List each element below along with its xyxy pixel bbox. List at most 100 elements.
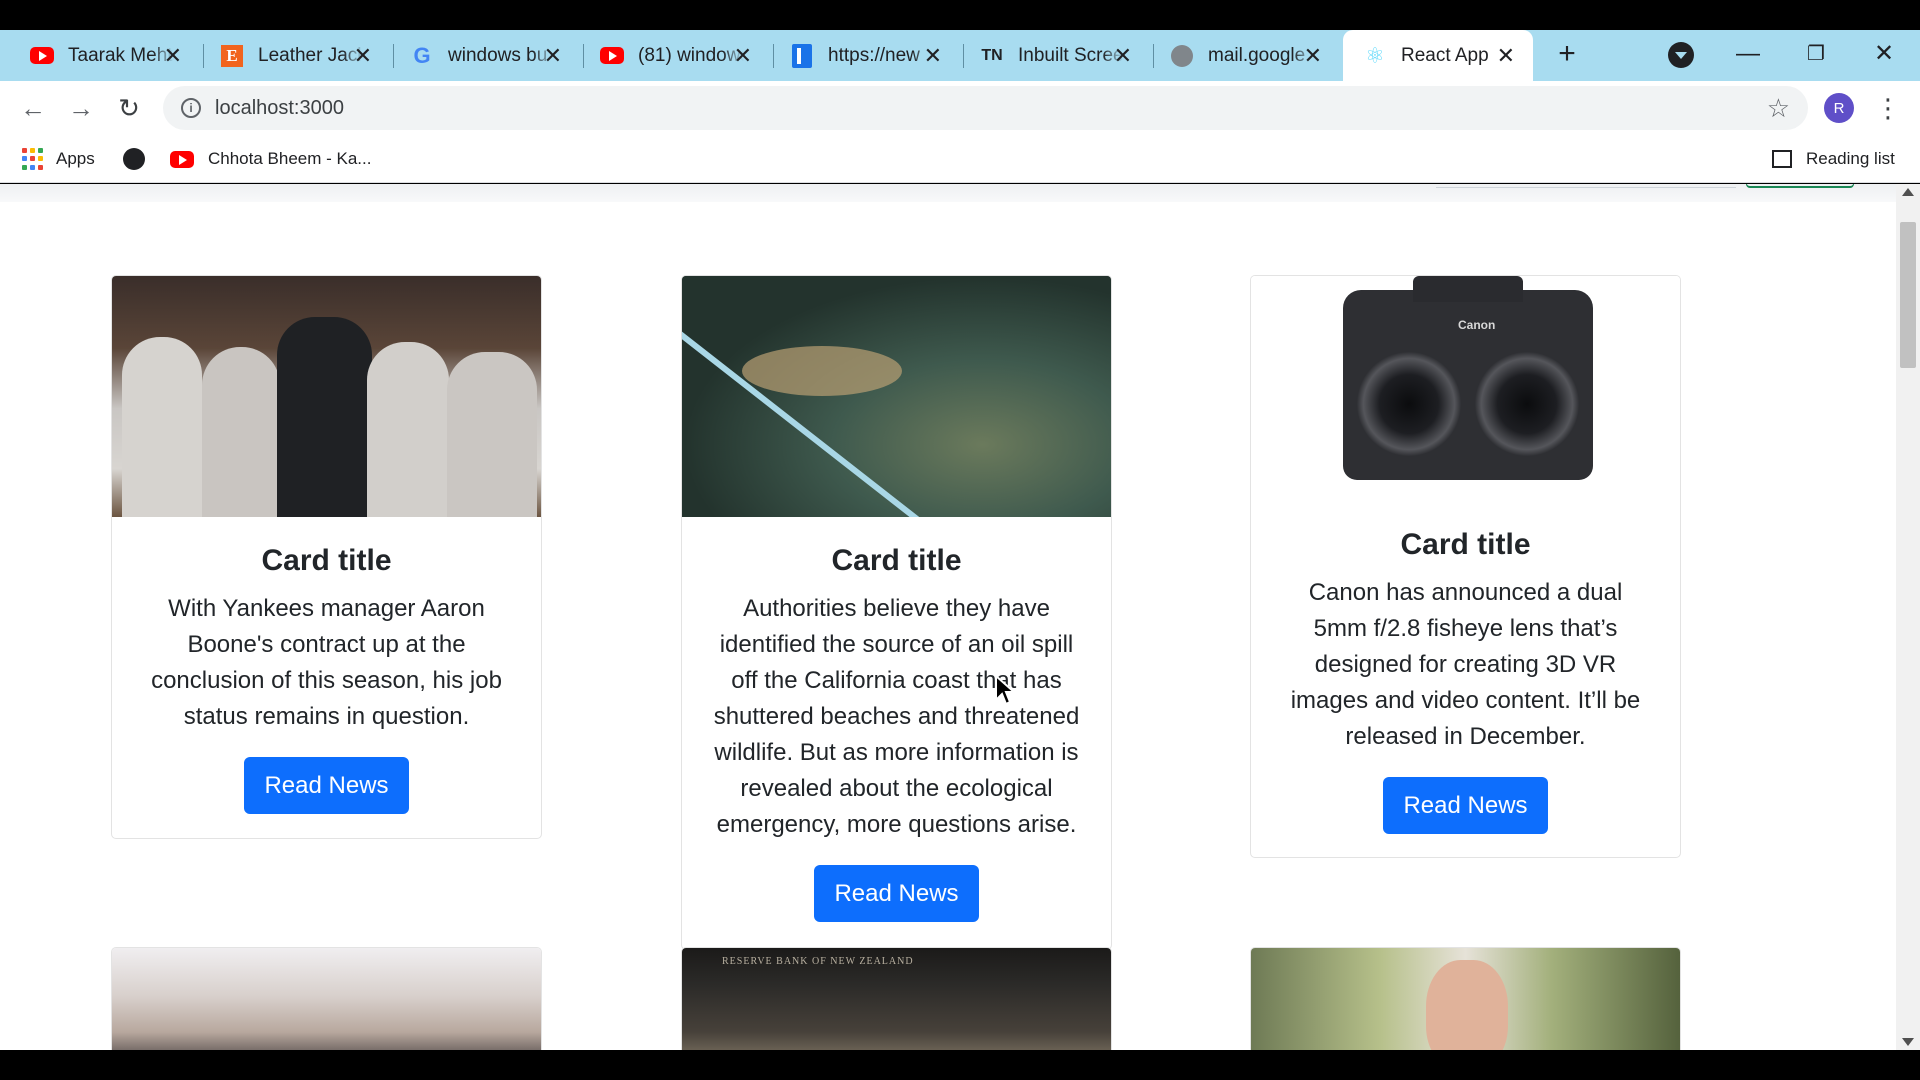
address-bar[interactable]: i localhost:3000 ☆ [163, 86, 1808, 130]
tab-title: Leather Jacket [258, 44, 364, 66]
player-figure [122, 337, 202, 517]
scrollbar-thumb[interactable] [1900, 222, 1916, 368]
bank-sign-text: RESERVE BANK OF NEW ZEALAND [722, 956, 914, 967]
apps-grid-dot [30, 148, 35, 153]
shoreline-streak [682, 316, 1104, 517]
reading-list-button[interactable]: Reading list [1772, 144, 1895, 174]
info-icon[interactable]: i [181, 98, 201, 118]
scrollbar[interactable] [1896, 184, 1920, 1050]
tab-youtube-windows[interactable]: (81) windows ✕ [580, 30, 770, 81]
forward-button[interactable]: → [62, 89, 100, 127]
tab-close-icon[interactable]: ✕ [924, 44, 942, 67]
apps-grid-dot [38, 148, 43, 153]
news-card [1250, 947, 1681, 1050]
search-input[interactable] [1436, 184, 1736, 188]
screen: Taarak Mehta Ka Ooltah Chashmah ✕ E Leat… [0, 0, 1920, 1080]
bookmarks-bar: Apps Chhota Bheem - Ka... Reading list [0, 136, 1920, 183]
news-card [111, 947, 542, 1050]
apps-grid-dot [22, 156, 27, 162]
react-icon: ⚛ [1365, 42, 1385, 68]
youtube-icon [600, 44, 624, 68]
canon-camera-image: Canon [1251, 276, 1680, 501]
scroll-up-arrow-icon[interactable] [1902, 188, 1914, 196]
bookmark-label: Chhota Bheem - Ka... [208, 149, 372, 168]
card-text: Canon has announced a dual 5mm f/2.8 fis… [1290, 579, 1641, 750]
tab-close-icon[interactable]: ✕ [734, 44, 752, 67]
camera-lens [1475, 352, 1579, 456]
tab-search-icon[interactable] [1668, 42, 1694, 68]
globe-icon [123, 148, 145, 170]
tab-close-icon[interactable]: ✕ [1304, 44, 1322, 67]
player-figure [447, 352, 537, 517]
card-title: Card title [261, 544, 392, 577]
news-card: Card title Authorities believe they have… [681, 275, 1112, 950]
tab-windows-search[interactable]: G windows bu ✕ [390, 30, 580, 81]
new-tab-button[interactable]: + [1550, 38, 1584, 72]
globe-icon [1170, 44, 1194, 68]
document-icon [790, 43, 814, 68]
player-figure [367, 342, 449, 517]
read-news-button[interactable]: Read News [814, 865, 979, 922]
menu-icon[interactable]: ⋮ [1875, 91, 1901, 125]
man-in-woods-image [1251, 948, 1680, 1050]
tab-close-icon[interactable]: ✕ [1114, 44, 1132, 67]
apps-grid-dot [38, 156, 43, 162]
card-title: Card title [1400, 528, 1531, 561]
tab-title: https://new [828, 44, 920, 66]
browser-toolbar: ← → ↻ i localhost:3000 ☆ R ⋮ [0, 81, 1920, 136]
tab-close-icon[interactable]: ✕ [164, 44, 182, 67]
news-card: RESERVE BANK OF NEW ZEALAND [681, 947, 1112, 1050]
bookmark-globe[interactable] [123, 144, 145, 174]
tab-title: windows bu [448, 44, 548, 66]
bookmark-apps[interactable]: Apps [22, 144, 95, 174]
close-window-button[interactable]: ✕ [1864, 36, 1904, 72]
reserve-bank-image: RESERVE BANK OF NEW ZEALAND [682, 948, 1111, 1050]
minimize-button[interactable]: — [1728, 36, 1768, 72]
baseball-team-image [112, 276, 541, 517]
restore-button[interactable]: ❐ [1796, 36, 1836, 72]
tab-close-icon[interactable]: ✕ [544, 44, 562, 67]
tab-close-icon[interactable]: ✕ [354, 44, 372, 67]
oil-spill-image [682, 276, 1111, 517]
tab-taarak-mehta[interactable]: Taarak Mehta Ka Ooltah Chashmah ✕ [10, 30, 200, 81]
apps-grid-dot [30, 164, 35, 170]
star-icon[interactable]: ☆ [1767, 94, 1790, 122]
camera-lens [1357, 352, 1461, 456]
tab-title: Inbuilt Screen [1018, 44, 1124, 66]
youtube-icon [30, 44, 54, 68]
tab-leather-jacket[interactable]: E Leather Jacket ✕ [200, 30, 390, 81]
player-figure [202, 347, 280, 517]
tab-title: Taarak Mehta Ka Ooltah Chashmah [68, 44, 174, 66]
tab-inbuilt-screen[interactable]: TN Inbuilt Screen ✕ [960, 30, 1150, 81]
sand-patch [742, 346, 902, 396]
tab-react-app[interactable]: ⚛ React App ✕ [1343, 30, 1533, 81]
tn-icon: TN [981, 46, 1003, 64]
apps-grid-dot [22, 148, 27, 153]
profile-avatar[interactable]: R [1824, 93, 1854, 123]
tab-close-icon[interactable]: ✕ [1497, 44, 1515, 67]
card-text: Authorities believe they have identified… [713, 595, 1080, 838]
card-title: Card title [831, 544, 962, 577]
camera-brand: Canon [1458, 318, 1496, 332]
tab-mail-google[interactable]: mail.google ✕ [1150, 30, 1340, 81]
apps-grid-dot [22, 164, 27, 170]
tab-https-new[interactable]: https://new ✕ [770, 30, 960, 81]
youtube-icon [170, 150, 194, 168]
bookmark-chhota-bheem[interactable]: Chhota Bheem - Ka... [170, 144, 371, 174]
apps-grid-icon [22, 148, 44, 170]
crowd-image [112, 948, 541, 1050]
back-button[interactable]: ← [14, 89, 52, 127]
tab-title: mail.google [1208, 44, 1306, 66]
scroll-down-arrow-icon[interactable] [1902, 1038, 1914, 1046]
reading-list-label: Reading list [1806, 149, 1895, 168]
search-button[interactable] [1746, 184, 1854, 188]
read-news-button[interactable]: Read News [244, 757, 409, 814]
camera-body: Canon [1343, 276, 1593, 480]
read-news-button[interactable]: Read News [1383, 777, 1548, 834]
apps-grid-dot [38, 164, 43, 170]
tab-strip: Taarak Mehta Ka Ooltah Chashmah ✕ E Leat… [0, 30, 1920, 81]
face-figure [1426, 960, 1508, 1050]
url-text[interactable]: localhost:3000 [215, 97, 344, 120]
reload-button[interactable]: ↻ [110, 89, 148, 127]
page-viewport: Card title With Yankees manager Aaron Bo… [0, 184, 1920, 1050]
